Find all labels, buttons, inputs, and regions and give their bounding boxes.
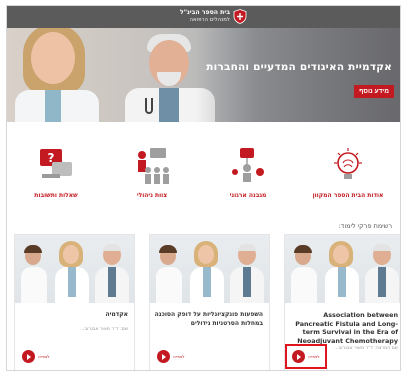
lesson-title[interactable]: Association between Pancreatic Fistula a… [289,311,398,345]
hero-title: אקדמיית האיגודים המדעיים והחברות [206,61,392,73]
organization-icon [232,148,264,182]
team-presentation-icon [138,148,169,184]
category-row: ? שאלות ותשובות צוות ניהולי מגבנה ארגוני… [7,146,400,208]
lesson-title[interactable]: אקדמיה [19,311,128,320]
category-qa[interactable]: ? שאלות ותשובות [11,146,101,199]
category-qa-label: שאלות ותשובות [34,192,78,199]
watch-label: לצפייה [38,354,50,359]
lesson-card[interactable]: השפעות פונקציונליות על דופק הסוכנה במחלו… [149,234,270,370]
lightbulb-icon [334,148,362,179]
watch-button[interactable]: לצפייה [157,350,185,363]
play-icon [22,350,35,363]
more-info-button[interactable]: מידע נוסף [354,85,394,98]
category-team-label: צוות ניהולי [136,192,168,199]
category-about-label: אודות הבית הספר המקוון [312,192,384,199]
question-chat-icon: ? [40,149,72,178]
highlight-box [285,344,327,369]
lesson-thumbnail [150,235,269,303]
hero-banner: אקדמיית האיגודים המדעיים והחברות מידע נו… [7,28,400,122]
category-organization-label: מגבנה ארגוני [229,192,267,199]
play-icon [157,350,170,363]
logo-subtitle: למנהלים הרפואה [189,17,231,23]
lesson-thumbnail [285,235,400,303]
watch-button[interactable]: לצפייה [22,350,50,363]
lesson-title[interactable]: השפעות פונקציונליות על דופק הסוכנה במחלו… [154,311,263,328]
page-frame: בית הספר הבינ"ל למנהלים הרפואה אקדמיית ה… [6,5,401,371]
category-team[interactable]: צוות ניהולי [107,146,197,199]
top-header: בית הספר הבינ"ל למנהלים הרפואה [7,6,400,28]
logo-title: בית הספר הבינ"ל [180,9,230,16]
shield-logo-icon [233,9,247,24]
lessons-section-label: רשימת פרקי לימוד: [338,222,392,230]
category-organization[interactable]: מגבנה ארגוני [203,146,293,199]
lesson-card[interactable]: אקדמיה שם: ד"ר מאור אבנרוב... לצפייה [14,234,135,370]
watch-label: לצפייה [173,354,185,359]
category-about[interactable]: אודות הבית הספר המקוון [303,146,393,199]
hero-photo-doctor-woman [15,28,105,122]
site-logo[interactable]: בית הספר הבינ"ל למנהלים הרפואה [180,9,247,24]
lesson-thumbnail [15,235,134,303]
lesson-lecturer: שם: ד"ר מאור אבנרוב... [80,327,128,332]
